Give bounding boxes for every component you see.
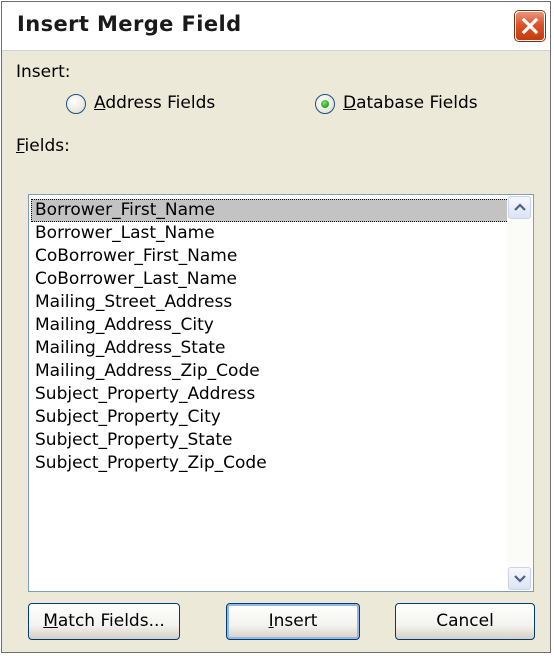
field-list-item[interactable]: Borrower_Last_Name	[31, 222, 509, 245]
field-list-item[interactable]: CoBorrower_First_Name	[31, 245, 509, 268]
address-fields-radio[interactable]	[66, 94, 86, 114]
chevron-up-icon	[514, 203, 526, 211]
dialog-title: Insert Merge Field	[17, 12, 242, 36]
cancel-button[interactable]: Cancel	[395, 603, 535, 640]
field-list-item[interactable]: Mailing_Address_City	[31, 314, 509, 337]
field-list-item[interactable]: Borrower_First_Name	[31, 199, 509, 222]
field-list-item[interactable]: Subject_Property_Address	[31, 383, 509, 406]
field-list-item[interactable]: CoBorrower_Last_Name	[31, 268, 509, 291]
close-button[interactable]	[515, 11, 545, 41]
fields-label: Fields:	[16, 136, 70, 156]
field-list-item[interactable]: Mailing_Street_Address	[31, 291, 509, 314]
insert-merge-field-dialog: Insert Merge Field Insert: Address Field…	[1, 1, 551, 653]
field-list-item[interactable]: Mailing_Address_Zip_Code	[31, 360, 509, 383]
fields-listbox[interactable]: Borrower_First_Name Borrower_Last_Name CoB…	[28, 194, 534, 592]
database-fields-radio[interactable]	[315, 94, 335, 114]
vertical-scrollbar[interactable]	[507, 196, 532, 590]
title-bar[interactable]: Insert Merge Field	[2, 2, 550, 51]
field-list-item[interactable]: Subject_Property_Zip_Code	[31, 452, 509, 475]
scroll-down-button[interactable]	[508, 567, 531, 590]
radio-selected-dot	[321, 100, 329, 108]
fields-list: Borrower_First_Name Borrower_Last_Name CoB…	[31, 199, 509, 475]
scroll-up-button[interactable]	[508, 196, 531, 219]
database-fields-label[interactable]: Database Fields	[343, 93, 478, 113]
close-icon	[521, 17, 539, 35]
chevron-down-icon	[514, 575, 526, 583]
match-fields-button[interactable]: Match Fields...	[28, 603, 180, 640]
address-fields-label[interactable]: Address Fields	[94, 93, 215, 113]
field-list-item[interactable]: Subject_Property_State	[31, 429, 509, 452]
field-list-item[interactable]: Subject_Property_City	[31, 406, 509, 429]
field-list-item[interactable]: Mailing_Address_State	[31, 337, 509, 360]
insert-label: Insert:	[16, 62, 71, 82]
insert-button[interactable]: Insert	[226, 603, 360, 640]
